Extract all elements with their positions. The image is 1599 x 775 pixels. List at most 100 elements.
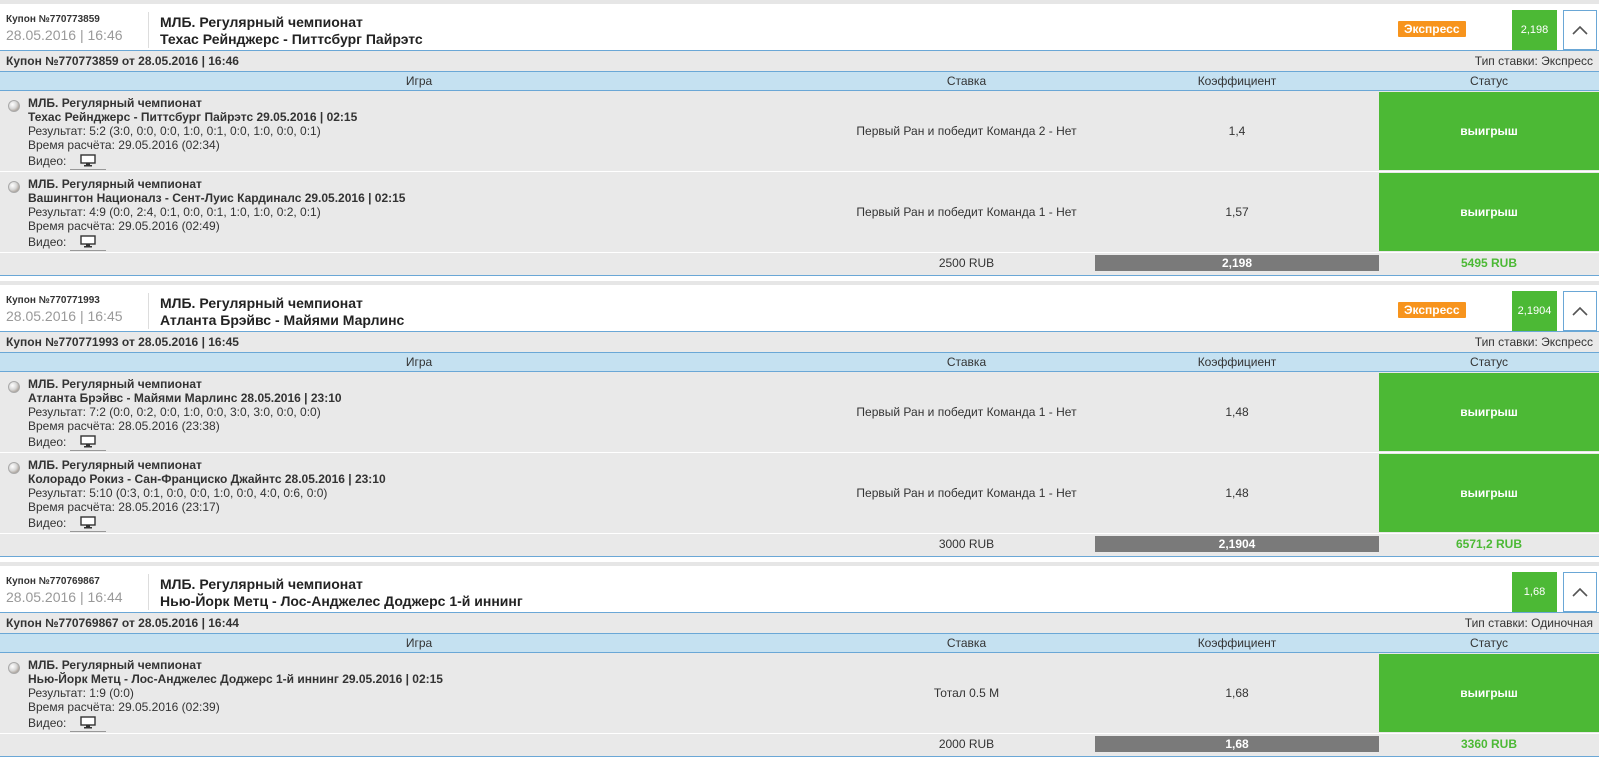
bet-rows: МЛБ. Регулярный чемпионат Техас Рейнджер… — [0, 91, 1599, 253]
divider — [148, 293, 149, 329]
game-cell: МЛБ. Регулярный чемпионат Атланта Брэйвс… — [0, 372, 838, 452]
game-cell: МЛБ. Регулярный чемпионат Колорадо Рокиз… — [0, 453, 838, 533]
row-league: МЛБ. Регулярный чемпионат — [28, 177, 202, 191]
baseball-icon — [8, 381, 20, 393]
collapse-button[interactable] — [1563, 291, 1597, 331]
header-bet: Ставка — [946, 355, 987, 369]
row-calc-time: Время расчёта: 29.05.2016 (02:39) — [28, 700, 220, 714]
monitor-icon[interactable] — [70, 152, 107, 170]
coupon: Купон №770769867 28.05.2016 | 16:44 МЛБ.… — [0, 562, 1599, 762]
odds-badge: 2,198 — [1512, 10, 1557, 50]
header-game: Игра — [405, 355, 433, 369]
coef-cell: 1,48 — [1225, 405, 1249, 419]
bet-rows: МЛБ. Регулярный чемпионат Нью-Йорк Метц … — [0, 653, 1599, 734]
monitor-icon[interactable] — [70, 714, 107, 732]
video-label: Видео: — [28, 435, 67, 449]
coupon: Купон №770773859 28.05.2016 | 16:46 МЛБ.… — [0, 0, 1599, 281]
coef-cell: 1,68 — [1225, 686, 1249, 700]
monitor-icon[interactable] — [70, 514, 107, 532]
coupon-info-bar: Купон №770773859 от 28.05.2016 | 16:46 Т… — [0, 51, 1599, 72]
bet-cell: Первый Ран и победит Команда 1 - Нет — [856, 486, 1077, 500]
coupon-header[interactable]: Купон №770769867 28.05.2016 | 16:44 МЛБ.… — [0, 562, 1599, 613]
coupon-info: Купон №770773859 от 28.05.2016 | 16:46 — [6, 54, 239, 68]
row-video: Видео: — [28, 233, 405, 251]
total-coefficient: 1,68 — [1095, 736, 1379, 752]
header-game: Игра — [405, 74, 433, 88]
express-badge: Экспресс — [1398, 302, 1466, 318]
odds-badge: 2,1904 — [1512, 291, 1557, 331]
baseball-icon — [8, 462, 20, 474]
header-game: Игра — [405, 636, 433, 650]
table-row: МЛБ. Регулярный чемпионат Атланта Брэйвс… — [0, 372, 1599, 453]
row-video: Видео: — [28, 152, 357, 170]
collapse-button[interactable] — [1563, 572, 1597, 612]
divider — [0, 562, 1599, 566]
chevron-up-icon — [1572, 587, 1588, 597]
row-calc-time: Время расчёта: 29.05.2016 (02:34) — [28, 138, 220, 152]
video-label: Видео: — [28, 516, 67, 530]
coupon-header[interactable]: Купон №770771993 28.05.2016 | 16:45 МЛБ.… — [0, 281, 1599, 332]
coupon-id-block: Купон №770773859 28.05.2016 | 16:46 — [6, 14, 146, 43]
bet-cell: Первый Ран и победит Команда 2 - Нет — [856, 124, 1077, 138]
coupon-body: Купон №770769867 от 28.05.2016 | 16:44 Т… — [0, 613, 1599, 757]
odds-badge: 1,68 — [1512, 572, 1557, 612]
coupon-league: МЛБ. Регулярный чемпионат — [160, 576, 363, 592]
coupon-body: Купон №770771993 от 28.05.2016 | 16:45 Т… — [0, 332, 1599, 557]
monitor-icon[interactable] — [70, 233, 107, 251]
divider — [0, 0, 1599, 4]
win-amount: 5495 RUB — [1460, 256, 1518, 270]
coupon-header[interactable]: Купон №770773859 28.05.2016 | 16:46 МЛБ.… — [0, 0, 1599, 51]
table-row: МЛБ. Регулярный чемпионат Нью-Йорк Метц … — [0, 653, 1599, 734]
row-result: Результат: 5:10 (0:3, 0:1, 0:0, 0:0, 1:0… — [28, 486, 328, 500]
video-label: Видео: — [28, 716, 67, 730]
row-league: МЛБ. Регулярный чемпионат — [28, 96, 202, 110]
coef-cell: 1,48 — [1225, 486, 1249, 500]
coupon-date: 28.05.2016 | 16:45 — [6, 308, 123, 324]
status-cell: выигрыш — [1379, 173, 1599, 251]
row-calc-time: Время расчёта: 29.05.2016 (02:49) — [28, 219, 220, 233]
bet-type: Тип ставки: Экспресс — [1474, 54, 1593, 68]
coupon-number: Купон №770773859 — [6, 14, 100, 25]
coupon-gap — [0, 757, 1599, 762]
game-cell: МЛБ. Регулярный чемпионат Техас Рейнджер… — [0, 91, 838, 171]
row-result: Результат: 5:2 (3:0, 0:0, 0:0, 1:0, 0:1,… — [28, 124, 321, 138]
table-row: МЛБ. Регулярный чемпионат Техас Рейнджер… — [0, 91, 1599, 172]
collapse-button[interactable] — [1563, 10, 1597, 50]
coupon-summary: 2000 RUB 1,68 3360 RUB — [0, 734, 1599, 757]
win-amount: 6571,2 RUB — [1455, 537, 1523, 551]
divider — [148, 12, 149, 48]
win-amount: 3360 RUB — [1460, 737, 1518, 751]
status-cell: выигрыш — [1379, 92, 1599, 170]
table-header: Игра Ставка Коэффициент Статус — [0, 353, 1599, 372]
header-status: Статус — [1470, 636, 1508, 650]
game-cell: МЛБ. Регулярный чемпионат Нью-Йорк Метц … — [0, 653, 838, 733]
row-video: Видео: — [28, 714, 443, 732]
coupon-info-bar: Купон №770771993 от 28.05.2016 | 16:45 Т… — [0, 332, 1599, 353]
header-bet: Ставка — [946, 74, 987, 88]
baseball-icon — [8, 662, 20, 674]
row-league: МЛБ. Регулярный чемпионат — [28, 658, 202, 672]
bet-type: Тип ставки: Экспресс — [1474, 335, 1593, 349]
chevron-up-icon — [1572, 25, 1588, 35]
row-match: Колорадо Рокиз - Сан-Франциско Джайнтс 2… — [28, 472, 386, 486]
game-details: МЛБ. Регулярный чемпионат Колорадо Рокиз… — [28, 458, 386, 532]
table-header: Игра Ставка Коэффициент Статус — [0, 634, 1599, 653]
monitor-icon[interactable] — [70, 433, 107, 451]
video-label: Видео: — [28, 235, 67, 249]
coupon-info-bar: Купон №770769867 от 28.05.2016 | 16:44 Т… — [0, 613, 1599, 634]
coupon-list: Купон №770773859 28.05.2016 | 16:46 МЛБ.… — [0, 0, 1599, 762]
header-status: Статус — [1470, 355, 1508, 369]
coupon-body: Купон №770773859 от 28.05.2016 | 16:46 Т… — [0, 51, 1599, 276]
coupon-league: МЛБ. Регулярный чемпионат — [160, 295, 363, 311]
game-details: МЛБ. Регулярный чемпионат Атланта Брэйвс… — [28, 377, 342, 451]
header-coef: Коэффициент — [1197, 355, 1277, 369]
summary-spacer — [0, 734, 838, 756]
row-match: Вашингтон Националз - Сент-Луис Кардинал… — [28, 191, 406, 205]
table-row: МЛБ. Регулярный чемпионат Колорадо Рокиз… — [0, 453, 1599, 534]
bet-rows: МЛБ. Регулярный чемпионат Атланта Брэйвс… — [0, 372, 1599, 534]
chevron-up-icon — [1572, 306, 1588, 316]
coupon-number: Купон №770771993 — [6, 295, 100, 306]
coupon-info: Купон №770769867 от 28.05.2016 | 16:44 — [6, 616, 239, 630]
row-calc-time: Время расчёта: 28.05.2016 (23:38) — [28, 419, 220, 433]
coupon-id-block: Купон №770769867 28.05.2016 | 16:44 — [6, 576, 146, 605]
